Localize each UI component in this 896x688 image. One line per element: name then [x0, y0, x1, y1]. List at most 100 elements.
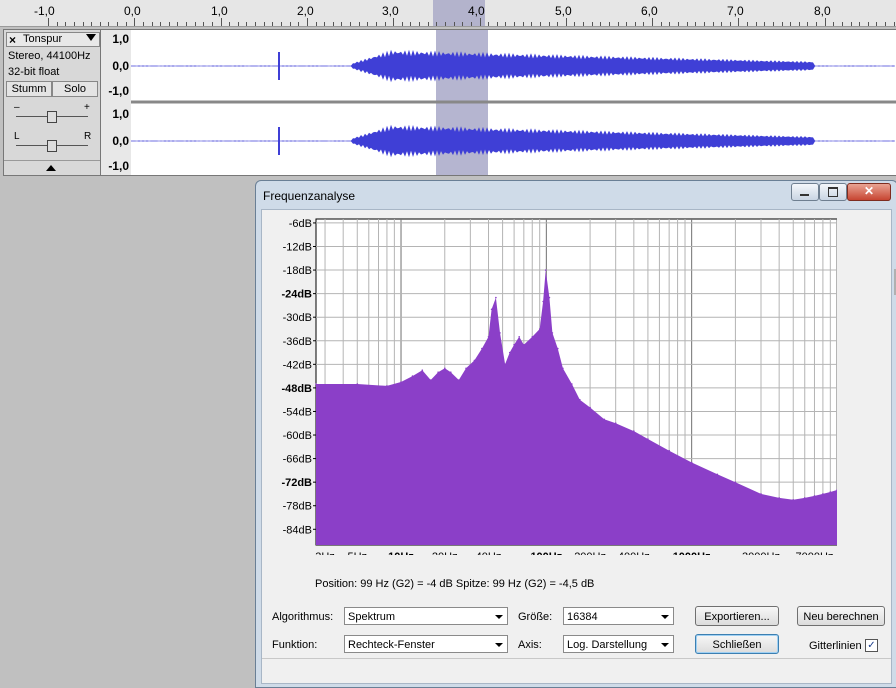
mute-button[interactable]: Stumm: [6, 81, 52, 97]
ruler-tick: [841, 22, 843, 26]
pan-left-label: L: [14, 131, 20, 142]
pan-slider[interactable]: [16, 140, 88, 152]
close-window-button[interactable]: ✕: [847, 183, 891, 201]
spectrum-point: [531, 336, 534, 338]
axis-select[interactable]: Log. Darstellung: [563, 635, 674, 653]
ruler-tick: [220, 18, 222, 26]
axis-value: Log. Darstellung: [567, 639, 648, 651]
ruler-tick: [332, 22, 334, 26]
spectrum-point: [562, 367, 564, 370]
close-icon[interactable]: ×: [9, 33, 16, 47]
spectrum-point: [822, 493, 824, 495]
ruler-tick: [893, 22, 895, 26]
timeline-ruler[interactable]: -1,0 0,0 1,0 2,0 3,0 4,0 5,0 6,0 7,0 8,0: [0, 0, 896, 27]
track-format: Stereo, 44100Hz: [8, 50, 91, 62]
ruler-tick: [522, 22, 524, 26]
gain-slider[interactable]: [16, 111, 88, 123]
ruler-tick: [203, 22, 205, 26]
collapse-track-button[interactable]: [4, 160, 100, 175]
track-control-panel: × Tonspur Stereo, 44100Hz 32-bit float S…: [3, 29, 101, 176]
spectrum-point: [400, 381, 402, 383]
ruler-tick: [444, 22, 446, 26]
size-select[interactable]: 16384: [563, 607, 674, 625]
spectrum-point: [734, 481, 737, 484]
gain-slider-thumb[interactable]: [47, 111, 57, 123]
ruler-tick: [686, 22, 688, 26]
ruler-tick: [669, 22, 671, 26]
ruler-tick: [496, 22, 498, 26]
algorithm-select[interactable]: Spektrum: [344, 607, 508, 625]
ruler-tick: [281, 22, 282, 26]
maximize-button[interactable]: [819, 183, 847, 201]
axis-label: Axis:: [518, 639, 542, 651]
ruler-tick: [695, 22, 697, 26]
ruler-tick: [419, 22, 421, 26]
ruler-tick: [194, 22, 196, 26]
spectrum-point: [668, 449, 670, 452]
x-tick-label: 3Hz: [315, 551, 335, 555]
waveform[interactable]: [131, 30, 896, 175]
ruler-tick: [790, 22, 792, 26]
spectrum-point: [465, 367, 467, 370]
ruler-tick: [548, 22, 550, 26]
recalculate-button[interactable]: Neu berechnen: [797, 606, 885, 626]
track-name[interactable]: Tonspur: [23, 33, 62, 45]
spectrum-point: [490, 308, 493, 311]
spectrum-point: [551, 332, 554, 334]
close-button[interactable]: Schließen: [695, 634, 779, 654]
spectrum-point: [614, 422, 617, 424]
pan-slider-thumb[interactable]: [47, 140, 57, 152]
ruler-tick: [393, 18, 395, 26]
ruler-tick: [798, 22, 800, 26]
dropdown-arrow-icon[interactable]: [86, 34, 96, 41]
spectrum-point: [315, 383, 317, 385]
ruler-tick: [557, 22, 559, 26]
ruler-tick: [712, 22, 714, 26]
spectrum-point: [579, 398, 581, 401]
ruler-tick: [272, 22, 274, 26]
amp-label: 1,0: [112, 107, 129, 121]
gain-minus-label: –: [14, 102, 20, 113]
ruler-tick: [764, 22, 766, 26]
ruler-tick: [807, 22, 809, 26]
ruler-tick: [186, 22, 188, 26]
solo-button[interactable]: Solo: [52, 81, 98, 97]
spectrum-point: [589, 406, 591, 409]
spectrum-point: [473, 359, 476, 362]
y-tick-label: -24dB: [281, 289, 312, 301]
ruler-tick: [885, 22, 887, 26]
ruler-tick: [531, 22, 533, 26]
spectrum-point: [538, 328, 541, 330]
spectrum-point: [523, 343, 525, 346]
amplitude-ruler: 1,0 0,0 -1,0 1,0 0,0 -1,0: [100, 29, 132, 176]
spectrum-point: [690, 461, 693, 464]
ruler-tick: [117, 22, 119, 26]
ruler-tick: [514, 22, 516, 26]
spectrum-point: [813, 495, 816, 497]
ruler-tick: [358, 22, 360, 26]
x-tick-label: 5Hz: [347, 551, 367, 555]
waveform-area[interactable]: [131, 29, 896, 176]
gridlines-checkbox[interactable]: ✓: [865, 639, 878, 652]
minimize-button[interactable]: [791, 183, 819, 201]
audio-track[interactable]: × Tonspur Stereo, 44100Hz 32-bit float S…: [3, 29, 896, 176]
ruler-tick: [350, 22, 352, 26]
spectrum-point: [544, 269, 547, 271]
x-tick-label: 40Hz: [476, 551, 502, 555]
spectrum-point: [411, 375, 414, 377]
ruler-tick: [824, 18, 826, 26]
track-title-bar[interactable]: × Tonspur: [6, 32, 100, 47]
function-select[interactable]: Rechteck-Fenster: [344, 635, 508, 653]
y-tick-label: -54dB: [283, 406, 312, 418]
ruler-tick: [324, 22, 326, 26]
ruler-tick: [479, 18, 481, 26]
chevron-down-icon: [495, 643, 503, 647]
ruler-tick: [65, 22, 67, 26]
amp-label: -1,0: [108, 84, 129, 98]
spectrum-point: [571, 383, 573, 385]
spectrum-plot[interactable]: -6dB -12dB -18dB -24dB -30dB -36dB -42dB -48dB -…: [262, 210, 837, 555]
ruler-tick: [859, 22, 861, 26]
y-tick-label: -66dB: [283, 454, 312, 466]
frequency-analysis-dialog: Frequenzanalyse ✕ -6dB -12dB -18dB -24dB -30…: [255, 180, 896, 688]
export-button[interactable]: Exportieren...: [695, 606, 779, 626]
